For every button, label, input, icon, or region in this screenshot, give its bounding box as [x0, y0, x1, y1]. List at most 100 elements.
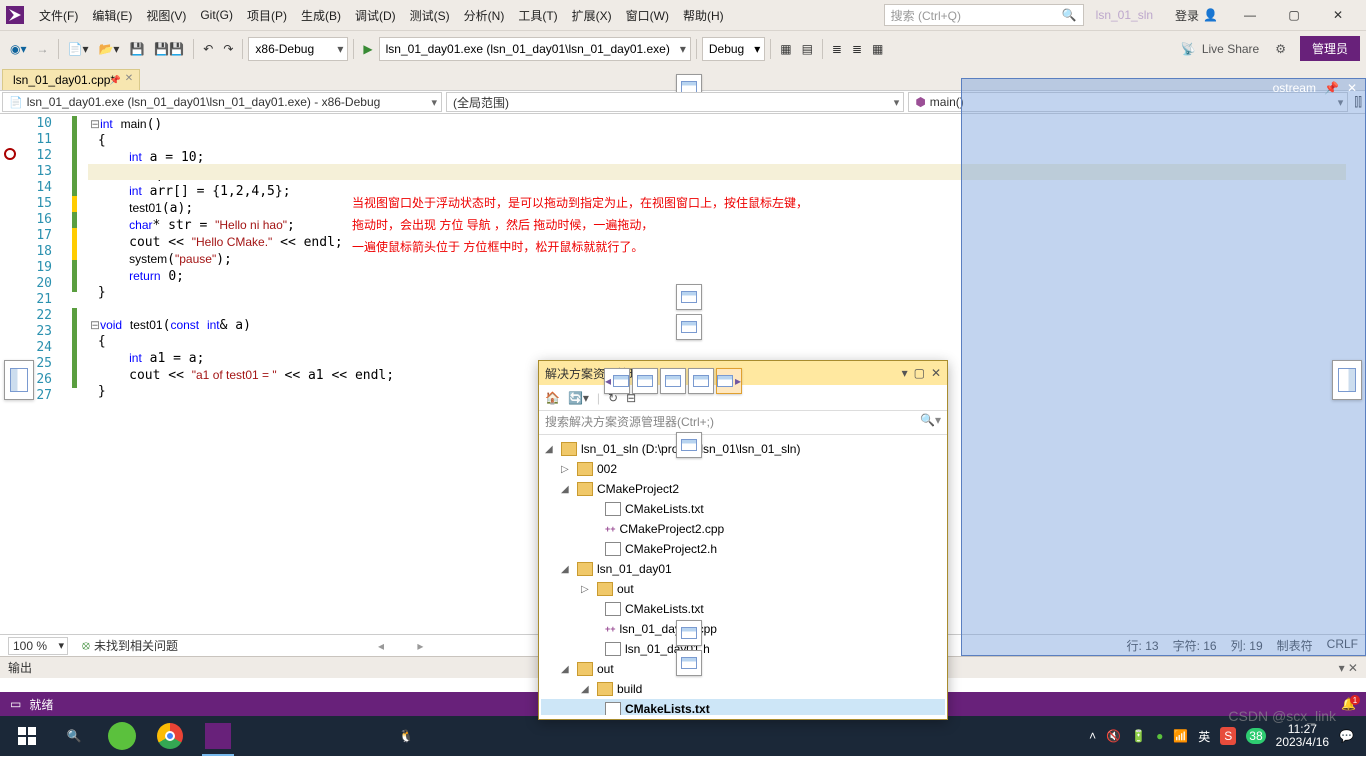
- main-toolbar: ◉▾ → 📄▾ 📂▾ 💾 💾💾 ↶ ↷ x86-Debug ▶ lsn_01_d…: [0, 30, 1366, 66]
- folder-icon: [597, 682, 613, 696]
- tray-ime[interactable]: 英: [1198, 728, 1210, 745]
- tray-360-icon[interactable]: 38: [1246, 728, 1265, 744]
- panel-dropdown-icon[interactable]: ▾ ✕: [1339, 661, 1358, 675]
- user-icon: ⚙: [1275, 42, 1286, 56]
- tray-chevron-icon[interactable]: ˄: [1089, 729, 1096, 743]
- tool-btn-5[interactable]: ▦: [868, 37, 887, 61]
- system-tray[interactable]: ˄ 🔇 🔋 ● 📶 英 S 38 11:272023/4/16 💬: [1089, 723, 1362, 749]
- close-button[interactable]: ✕: [1316, 0, 1360, 30]
- minimize-button[interactable]: —: [1228, 0, 1272, 30]
- pin-icon[interactable]: 📌: [110, 75, 121, 86]
- menu-test[interactable]: 测试(S): [403, 3, 457, 28]
- login-button[interactable]: 登录👤: [1165, 7, 1228, 24]
- save-button[interactable]: 💾: [125, 37, 148, 61]
- folder-icon: [577, 462, 593, 476]
- menu-git[interactable]: Git(G): [193, 4, 240, 26]
- menu-window[interactable]: 窗口(W): [619, 3, 676, 28]
- menu-edit[interactable]: 编辑(E): [85, 3, 139, 28]
- menu-view[interactable]: 视图(V): [139, 3, 193, 28]
- tray-wifi-icon[interactable]: 📶: [1173, 729, 1188, 743]
- selected-tree-item[interactable]: CMakeLists.txt: [541, 699, 945, 715]
- panel-titlebar[interactable]: 解决方案资源管理器 ▾ ▢ ✕: [539, 361, 947, 385]
- tray-battery-icon[interactable]: 🔋: [1131, 729, 1146, 743]
- menu-project[interactable]: 项目(P): [240, 3, 294, 28]
- chrome-task-icon[interactable]: [146, 716, 194, 756]
- switch-view-icon[interactable]: 🔄▾: [568, 391, 589, 405]
- search-input[interactable]: 搜索 (Ctrl+Q) 🔍: [884, 4, 1084, 26]
- notification-icon[interactable]: 🔔1: [1341, 697, 1356, 711]
- liveshare-button[interactable]: 📡 Live Share ⚙: [1181, 42, 1286, 56]
- change-marker: [72, 228, 77, 260]
- panel-search[interactable]: 搜索解决方案资源管理器(Ctrl+;) 🔍▾: [539, 411, 947, 435]
- menu-build[interactable]: 生成(B): [294, 3, 348, 28]
- dock-guide-down3[interactable]: [676, 650, 702, 676]
- tool-btn-2[interactable]: ▤: [798, 37, 817, 61]
- redo-button[interactable]: ↷: [219, 37, 237, 61]
- status-icon: ▭: [10, 697, 21, 711]
- menu-file[interactable]: 文件(F): [32, 3, 85, 28]
- search-task-icon[interactable]: 🔍: [50, 716, 98, 756]
- zoom-dropdown[interactable]: 100 %: [8, 637, 68, 655]
- breakpoint-icon[interactable]: [4, 148, 16, 160]
- dock-guide-edge-right[interactable]: [1332, 360, 1362, 400]
- close-tab-icon[interactable]: ✕: [125, 73, 133, 84]
- dock-left-inner[interactable]: [632, 368, 658, 394]
- home-icon[interactable]: 🏠: [545, 391, 560, 405]
- overlay-title: ostream: [1273, 81, 1316, 95]
- separator: [770, 39, 771, 59]
- panel-maximize-icon[interactable]: ▢: [914, 366, 925, 380]
- nav-target-dropdown[interactable]: 📄 lsn_01_day01.exe (lsn_01_day01\lsn_01_…: [2, 92, 442, 112]
- maximize-button[interactable]: ▢: [1272, 0, 1316, 30]
- dock-left[interactable]: ◂: [604, 368, 630, 394]
- qq-task-icon[interactable]: 🐧: [382, 716, 430, 756]
- solution-tree[interactable]: ◢lsn_01_sln (D:\project\lsn_01\lsn_01_sl…: [539, 435, 947, 715]
- panel-dropdown-icon[interactable]: ▾: [902, 366, 908, 380]
- overlay-close-icon[interactable]: ✕: [1347, 81, 1357, 95]
- menu-tools[interactable]: 工具(T): [511, 3, 564, 28]
- menu-debug[interactable]: 调试(D): [348, 3, 403, 28]
- dock-guide-up2[interactable]: [676, 314, 702, 340]
- config-dropdown[interactable]: x86-Debug: [248, 37, 348, 61]
- separator: [822, 39, 823, 59]
- target-dropdown[interactable]: lsn_01_day01.exe (lsn_01_day01\lsn_01_da…: [379, 37, 691, 61]
- tool-btn-3[interactable]: ≣: [828, 37, 846, 61]
- dock-right[interactable]: ▸: [716, 368, 742, 394]
- open-button[interactable]: 📂▾: [94, 37, 123, 61]
- dock-guide-up[interactable]: [676, 284, 702, 310]
- tool-btn-1[interactable]: ▦: [776, 37, 795, 61]
- debug-mode-dropdown[interactable]: Debug: [702, 37, 765, 61]
- browser-task-icon[interactable]: [98, 716, 146, 756]
- nav-scope-dropdown[interactable]: (全局范围): [446, 92, 904, 112]
- menu-analyze[interactable]: 分析(N): [457, 3, 512, 28]
- start-debug-button[interactable]: ▶: [359, 37, 376, 61]
- menu-help[interactable]: 帮助(H): [676, 3, 731, 28]
- dock-guide-down[interactable]: [676, 620, 702, 646]
- tray-speaker-icon[interactable]: 🔇: [1106, 729, 1121, 743]
- overlay-pin-icon[interactable]: 📌: [1324, 81, 1339, 95]
- start-button[interactable]: [4, 716, 50, 756]
- tray-clock[interactable]: 11:272023/4/16: [1276, 723, 1329, 749]
- dock-right-inner[interactable]: [688, 368, 714, 394]
- folder-icon: [561, 442, 577, 456]
- solution-explorer-panel[interactable]: 解决方案资源管理器 ▾ ▢ ✕ 🏠 🔄▾ | ↻ ⊟ 搜索解决方案资源管理器(C…: [538, 360, 948, 720]
- vs-task-icon[interactable]: [194, 716, 242, 756]
- tray-wechat-icon[interactable]: ●: [1156, 729, 1163, 743]
- saved-marker: [72, 260, 77, 292]
- file-tab[interactable]: lsn_01_day01.cpp* 📌 ✕: [2, 69, 140, 90]
- new-button[interactable]: 📄▾: [64, 37, 93, 61]
- panel-close-icon[interactable]: ✕: [931, 366, 941, 380]
- dock-guide-down2[interactable]: [676, 432, 702, 458]
- file-icon: [605, 602, 621, 616]
- save-all-button[interactable]: 💾💾: [150, 37, 188, 61]
- tray-notification-icon[interactable]: 💬: [1339, 729, 1354, 743]
- menu-ext[interactable]: 扩展(X): [565, 3, 619, 28]
- folder-icon: [577, 562, 593, 576]
- dock-center[interactable]: [660, 368, 686, 394]
- dock-guide-edge-left[interactable]: [4, 360, 34, 400]
- undo-button[interactable]: ↶: [199, 37, 217, 61]
- issues-text[interactable]: 未找到相关问题: [94, 637, 178, 654]
- nav-back-button[interactable]: ◉▾: [6, 37, 31, 61]
- tool-btn-4[interactable]: ≣: [848, 37, 866, 61]
- tray-sogou-icon[interactable]: S: [1220, 727, 1236, 745]
- nav-fwd-button[interactable]: →: [33, 37, 53, 61]
